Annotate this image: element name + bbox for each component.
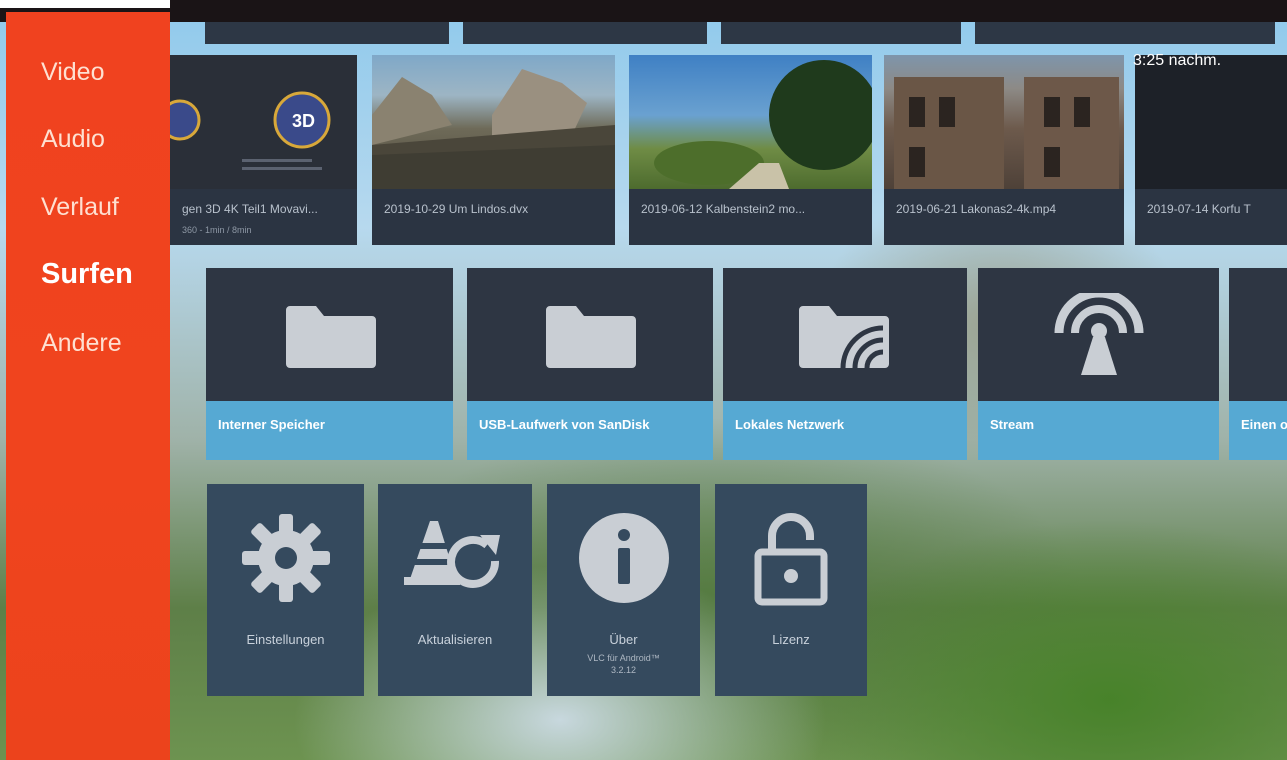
video-thumbnail — [1135, 55, 1287, 189]
video-card[interactable]: 2019-07-14 Korfu T — [1135, 55, 1287, 245]
action-label: Über — [609, 632, 638, 647]
storage-internal[interactable]: Interner Speicher — [206, 268, 453, 460]
storage-label: Interner Speicher — [218, 417, 325, 432]
video-thumbnail — [884, 55, 1124, 189]
action-label: Aktualisieren — [417, 632, 493, 647]
sidebar-item-verlauf[interactable]: Verlauf — [41, 193, 119, 222]
storage-label: Stream — [990, 417, 1035, 432]
screen-top-edge — [0, 0, 1287, 22]
video-title: gen 3D 4K Teil1 Movavi... — [182, 202, 318, 216]
padlock-icon — [754, 513, 828, 606]
video-title: 2019-06-21 Lakonas2-4k.mp4 — [896, 202, 1057, 216]
action-label: Lizenz — [772, 632, 810, 647]
partial-tile[interactable] — [975, 22, 1275, 44]
partial-tile[interactable] — [205, 22, 449, 44]
sidebar-item-surfen[interactable]: Surfen — [41, 258, 133, 291]
stream-antenna-icon — [1054, 292, 1143, 375]
video-card[interactable]: 2019-06-12 Kalbenstein2 mo... — [629, 55, 872, 245]
video-title: 2019-06-12 Kalbenstein2 mo... — [641, 202, 806, 216]
refresh-button[interactable]: Aktualisieren — [378, 484, 532, 696]
license-button[interactable]: Lizenz — [715, 484, 867, 696]
folder-icon — [285, 305, 376, 368]
version-text: VLC für Android™ 3.2.12 — [587, 653, 660, 675]
sidebar-item-andere[interactable]: Andere — [41, 329, 122, 358]
video-thumbnail — [372, 55, 615, 189]
storage-add-stream[interactable]: Einen o — [1229, 268, 1287, 460]
storage-network[interactable]: Lokales Netzwerk — [723, 268, 967, 460]
video-progress-text: 360 - 1min / 8min — [182, 225, 252, 235]
info-icon — [578, 513, 669, 603]
video-title: 2019-10-29 Um Lindos.dvx — [384, 202, 529, 216]
video-card[interactable]: 2019-06-21 Lakonas2-4k.mp4 — [884, 55, 1124, 245]
storage-usb[interactable]: USB-Laufwerk von SanDisk — [467, 268, 713, 460]
folder-icon — [546, 305, 636, 368]
video-title: 2019-07-14 Korfu T — [1147, 202, 1251, 216]
network-folder-icon — [799, 305, 889, 368]
gear-icon — [241, 514, 330, 602]
storage-label: Einen o — [1241, 417, 1287, 432]
clock: 3:25 nachm. — [1133, 52, 1222, 69]
video-card[interactable]: 3D gen 3D 4K Teil1 Movavi... 360 - 1min … — [170, 55, 357, 245]
svg-text:3D: 3D — [292, 111, 315, 131]
refresh-cone-icon — [404, 521, 500, 588]
about-button[interactable]: Über VLC für Android™ 3.2.12 — [547, 484, 700, 696]
video-card[interactable]: 2019-10-29 Um Lindos.dvx — [372, 55, 615, 245]
sidebar-item-audio[interactable]: Audio — [41, 125, 105, 154]
video-thumbnail — [629, 55, 872, 189]
storage-label: USB-Laufwerk von SanDisk — [479, 417, 650, 432]
sidebar: Video Audio Verlauf Surfen Andere — [6, 12, 170, 760]
storage-label: Lokales Netzwerk — [735, 417, 845, 432]
sidebar-item-video[interactable]: Video — [41, 58, 105, 87]
storage-stream[interactable]: Stream — [978, 268, 1219, 460]
partial-tile[interactable] — [721, 22, 961, 44]
settings-button[interactable]: Einstellungen — [207, 484, 364, 696]
partial-tile[interactable] — [463, 22, 707, 44]
action-label: Einstellungen — [246, 632, 325, 647]
video-thumbnail: 3D — [170, 55, 357, 189]
vlc-browse-screen: 3D gen 3D 4K Teil1 Movavi... 360 - 1min … — [0, 0, 1287, 760]
